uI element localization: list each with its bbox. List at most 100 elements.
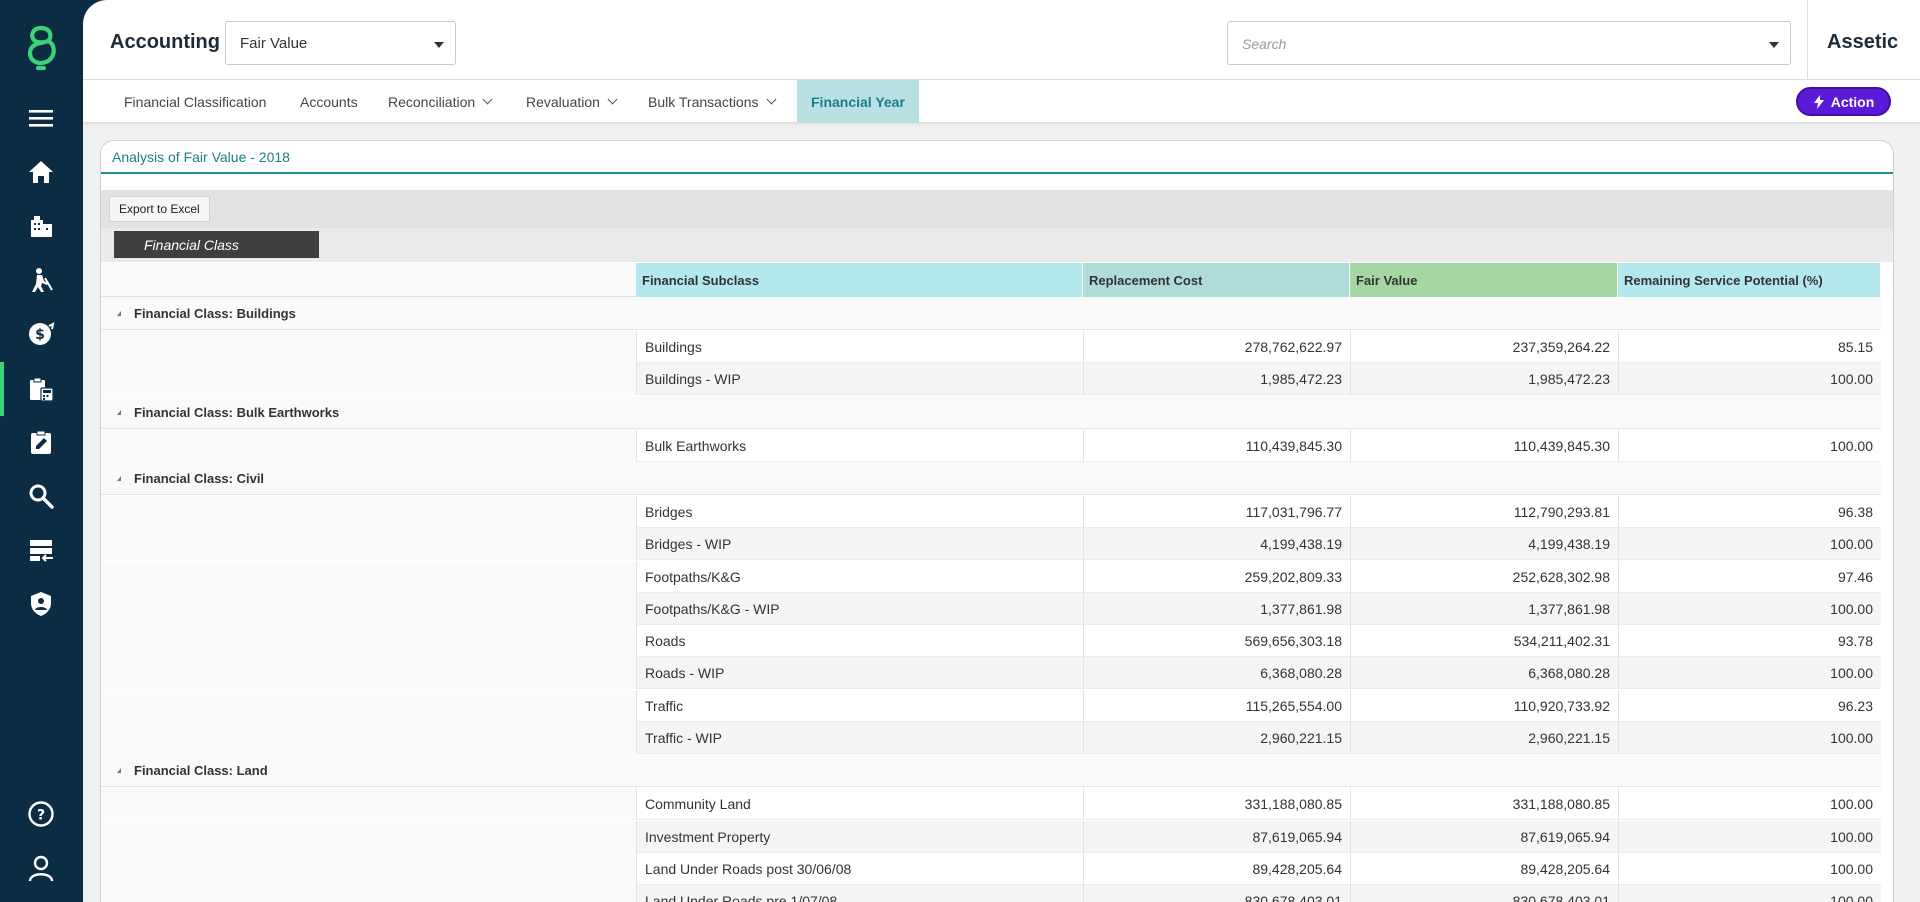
table-row[interactable]: Roads - WIP 6,368,080.28 6,368,080.28 100.0…: [101, 657, 1881, 690]
table-row[interactable]: Investment Property 87,619,065.94 87,619,0…: [101, 820, 1881, 853]
buildings-icon[interactable]: [25, 210, 57, 242]
module-select-value: Fair Value: [240, 35, 308, 52]
tab-reconciliation[interactable]: Reconciliation: [388, 80, 493, 123]
value-cell: 1,985,472.23: [1083, 363, 1350, 396]
tab-label: Reconciliation: [388, 93, 476, 110]
search-input[interactable]: Search: [1227, 21, 1791, 65]
subclass-cell: Footpaths/K&G - WIP: [636, 592, 1083, 625]
value-cell: 100.00: [1618, 820, 1881, 853]
data-transfer-icon[interactable]: [25, 534, 57, 566]
table-row[interactable]: Footpaths/K&G - WIP 1,377,861.98 1,377,861…: [101, 592, 1881, 625]
subclass-cell: Bridges: [636, 495, 1083, 528]
value-cell: 85.15: [1618, 331, 1881, 363]
value-cell: 4,199,438.19: [1083, 528, 1350, 561]
chevron-down-icon: [434, 42, 444, 48]
module-select[interactable]: Fair Value: [225, 21, 456, 65]
panel-title: Analysis of Fair Value - 2018: [112, 149, 290, 165]
assessment-icon[interactable]: [25, 426, 57, 458]
table-row[interactable]: Bridges - WIP 4,199,438.19 4,199,438.19 100…: [101, 528, 1881, 561]
collapse-triangle-icon[interactable]: [117, 475, 121, 481]
export-to-excel-button[interactable]: Export to Excel: [109, 196, 210, 222]
table-row[interactable]: Traffic - WIP 2,960,221.15 2,960,221.15 100…: [101, 722, 1881, 754]
app-title: Accounting: [110, 31, 220, 53]
sidebar: $ ?: [0, 0, 83, 902]
column-header[interactable]: Remaining Service Potential (%): [1618, 263, 1881, 297]
group-label: Financial Class: Civil: [134, 470, 265, 486]
table-row[interactable]: Buildings - WIP 1,985,472.23 1,985,472.23 1…: [101, 363, 1881, 396]
chevron-down-icon[interactable]: [1769, 42, 1779, 48]
value-cell: 100.00: [1618, 592, 1881, 625]
group-row: Financial Class: Buildings: [101, 297, 1881, 330]
value-cell: 534,211,402.31: [1350, 625, 1618, 658]
value-cell: 2,960,221.15: [1083, 722, 1350, 754]
subclass-cell: Roads: [636, 625, 1083, 658]
value-cell: 259,202,809.33: [1083, 560, 1350, 593]
search-placeholder: Search: [1242, 36, 1287, 52]
value-cell: 117,031,796.77: [1083, 495, 1350, 528]
tab-accounts[interactable]: Accounts: [300, 80, 358, 123]
group-label: Financial Class: Bulk Earthworks: [134, 404, 340, 420]
group-row: Financial Class: Civil: [101, 461, 1881, 495]
home-icon[interactable]: [25, 156, 57, 188]
value-cell: 331,188,080.85: [1083, 788, 1350, 821]
group-chip-financial-class[interactable]: Financial Class: [114, 231, 319, 258]
assetic-logo-icon[interactable]: [20, 24, 62, 74]
help-icon[interactable]: ?: [25, 798, 57, 830]
table-row[interactable]: Bulk Earthworks 110,439,845.30 110,439,845…: [101, 429, 1881, 462]
table-row[interactable]: Roads 569,656,303.18 534,211,402.31 93.78: [101, 625, 1881, 658]
value-cell: 110,920,733.92: [1350, 689, 1618, 722]
tab-label: Accounts: [300, 93, 358, 110]
grid-header: Financial Subclass Replacement Cost Fair V…: [636, 263, 1881, 297]
search-icon[interactable]: [25, 480, 57, 512]
worker-icon[interactable]: [25, 264, 57, 296]
menu-icon[interactable]: [25, 102, 57, 134]
tab-financial-classification[interactable]: Financial Classification: [124, 80, 266, 123]
value-cell: 97.46: [1618, 560, 1881, 593]
subclass-cell: Buildings: [636, 331, 1083, 363]
tab-revaluation[interactable]: Revaluation: [526, 80, 618, 123]
value-cell: 100.00: [1618, 429, 1881, 462]
subclass-cell: Buildings - WIP: [636, 363, 1083, 396]
value-cell: 110,439,845.30: [1083, 429, 1350, 462]
value-cell: 89,428,205.64: [1350, 852, 1618, 885]
group-panel: Financial Class: [101, 228, 1893, 262]
value-cell: 89,428,205.64: [1083, 852, 1350, 885]
svg-text:$: $: [35, 327, 45, 343]
value-cell: 115,265,554.00: [1083, 689, 1350, 722]
table-row[interactable]: Footpaths/K&G 259,202,809.33 252,628,302.9…: [101, 560, 1881, 593]
table-row[interactable]: Land Under Roads pre 1/07/08 830,678,403.…: [101, 885, 1881, 902]
chevron-down-icon: [482, 94, 493, 105]
table-row[interactable]: Bridges 117,031,796.77 112,790,293.81 96.38: [101, 495, 1881, 528]
column-header[interactable]: Financial Subclass: [636, 263, 1083, 297]
subclass-cell: Land Under Roads pre 1/07/08: [636, 885, 1083, 902]
collapse-triangle-icon[interactable]: [117, 409, 121, 415]
grid-toolbar: Export to Excel: [101, 190, 1893, 228]
collapse-triangle-icon[interactable]: [117, 768, 121, 774]
svg-text:?: ?: [37, 808, 45, 824]
collapse-triangle-icon[interactable]: [117, 311, 121, 316]
value-cell: 2,960,221.15: [1350, 722, 1618, 754]
user-icon[interactable]: [25, 852, 57, 884]
security-icon[interactable]: [25, 588, 57, 620]
value-cell: 237,359,264.22: [1350, 331, 1618, 363]
column-header[interactable]: Fair Value: [1350, 263, 1618, 297]
group-row: Financial Class: Bulk Earthworks: [101, 395, 1881, 429]
accounting-icon[interactable]: [25, 373, 57, 405]
tab-bulk-transactions[interactable]: Bulk Transactions: [648, 80, 776, 123]
tab-financial-year[interactable]: Financial Year: [797, 80, 919, 123]
table-row[interactable]: Traffic 115,265,554.00 110,920,733.92 96.23: [101, 689, 1881, 722]
action-button[interactable]: Action: [1796, 87, 1891, 116]
finance-icon[interactable]: $: [25, 318, 57, 350]
value-cell: 569,656,303.18: [1083, 625, 1350, 658]
value-cell: 4,199,438.19: [1350, 528, 1618, 561]
subclass-cell: Roads - WIP: [636, 657, 1083, 690]
column-header[interactable]: Replacement Cost: [1083, 263, 1350, 297]
lightning-icon: [1813, 94, 1824, 109]
value-cell: 6,368,080.28: [1350, 657, 1618, 690]
subclass-cell: Traffic - WIP: [636, 722, 1083, 754]
table-row[interactable]: Community Land 331,188,080.85 331,188,080.…: [101, 788, 1881, 821]
chevron-down-icon: [607, 94, 618, 105]
table-row[interactable]: Buildings 278,762,622.97 237,359,264.22 85.…: [101, 331, 1881, 363]
table-row[interactable]: Land Under Roads post 30/06/08 89,428,205…: [101, 852, 1881, 885]
value-cell: 87,619,065.94: [1350, 820, 1618, 853]
